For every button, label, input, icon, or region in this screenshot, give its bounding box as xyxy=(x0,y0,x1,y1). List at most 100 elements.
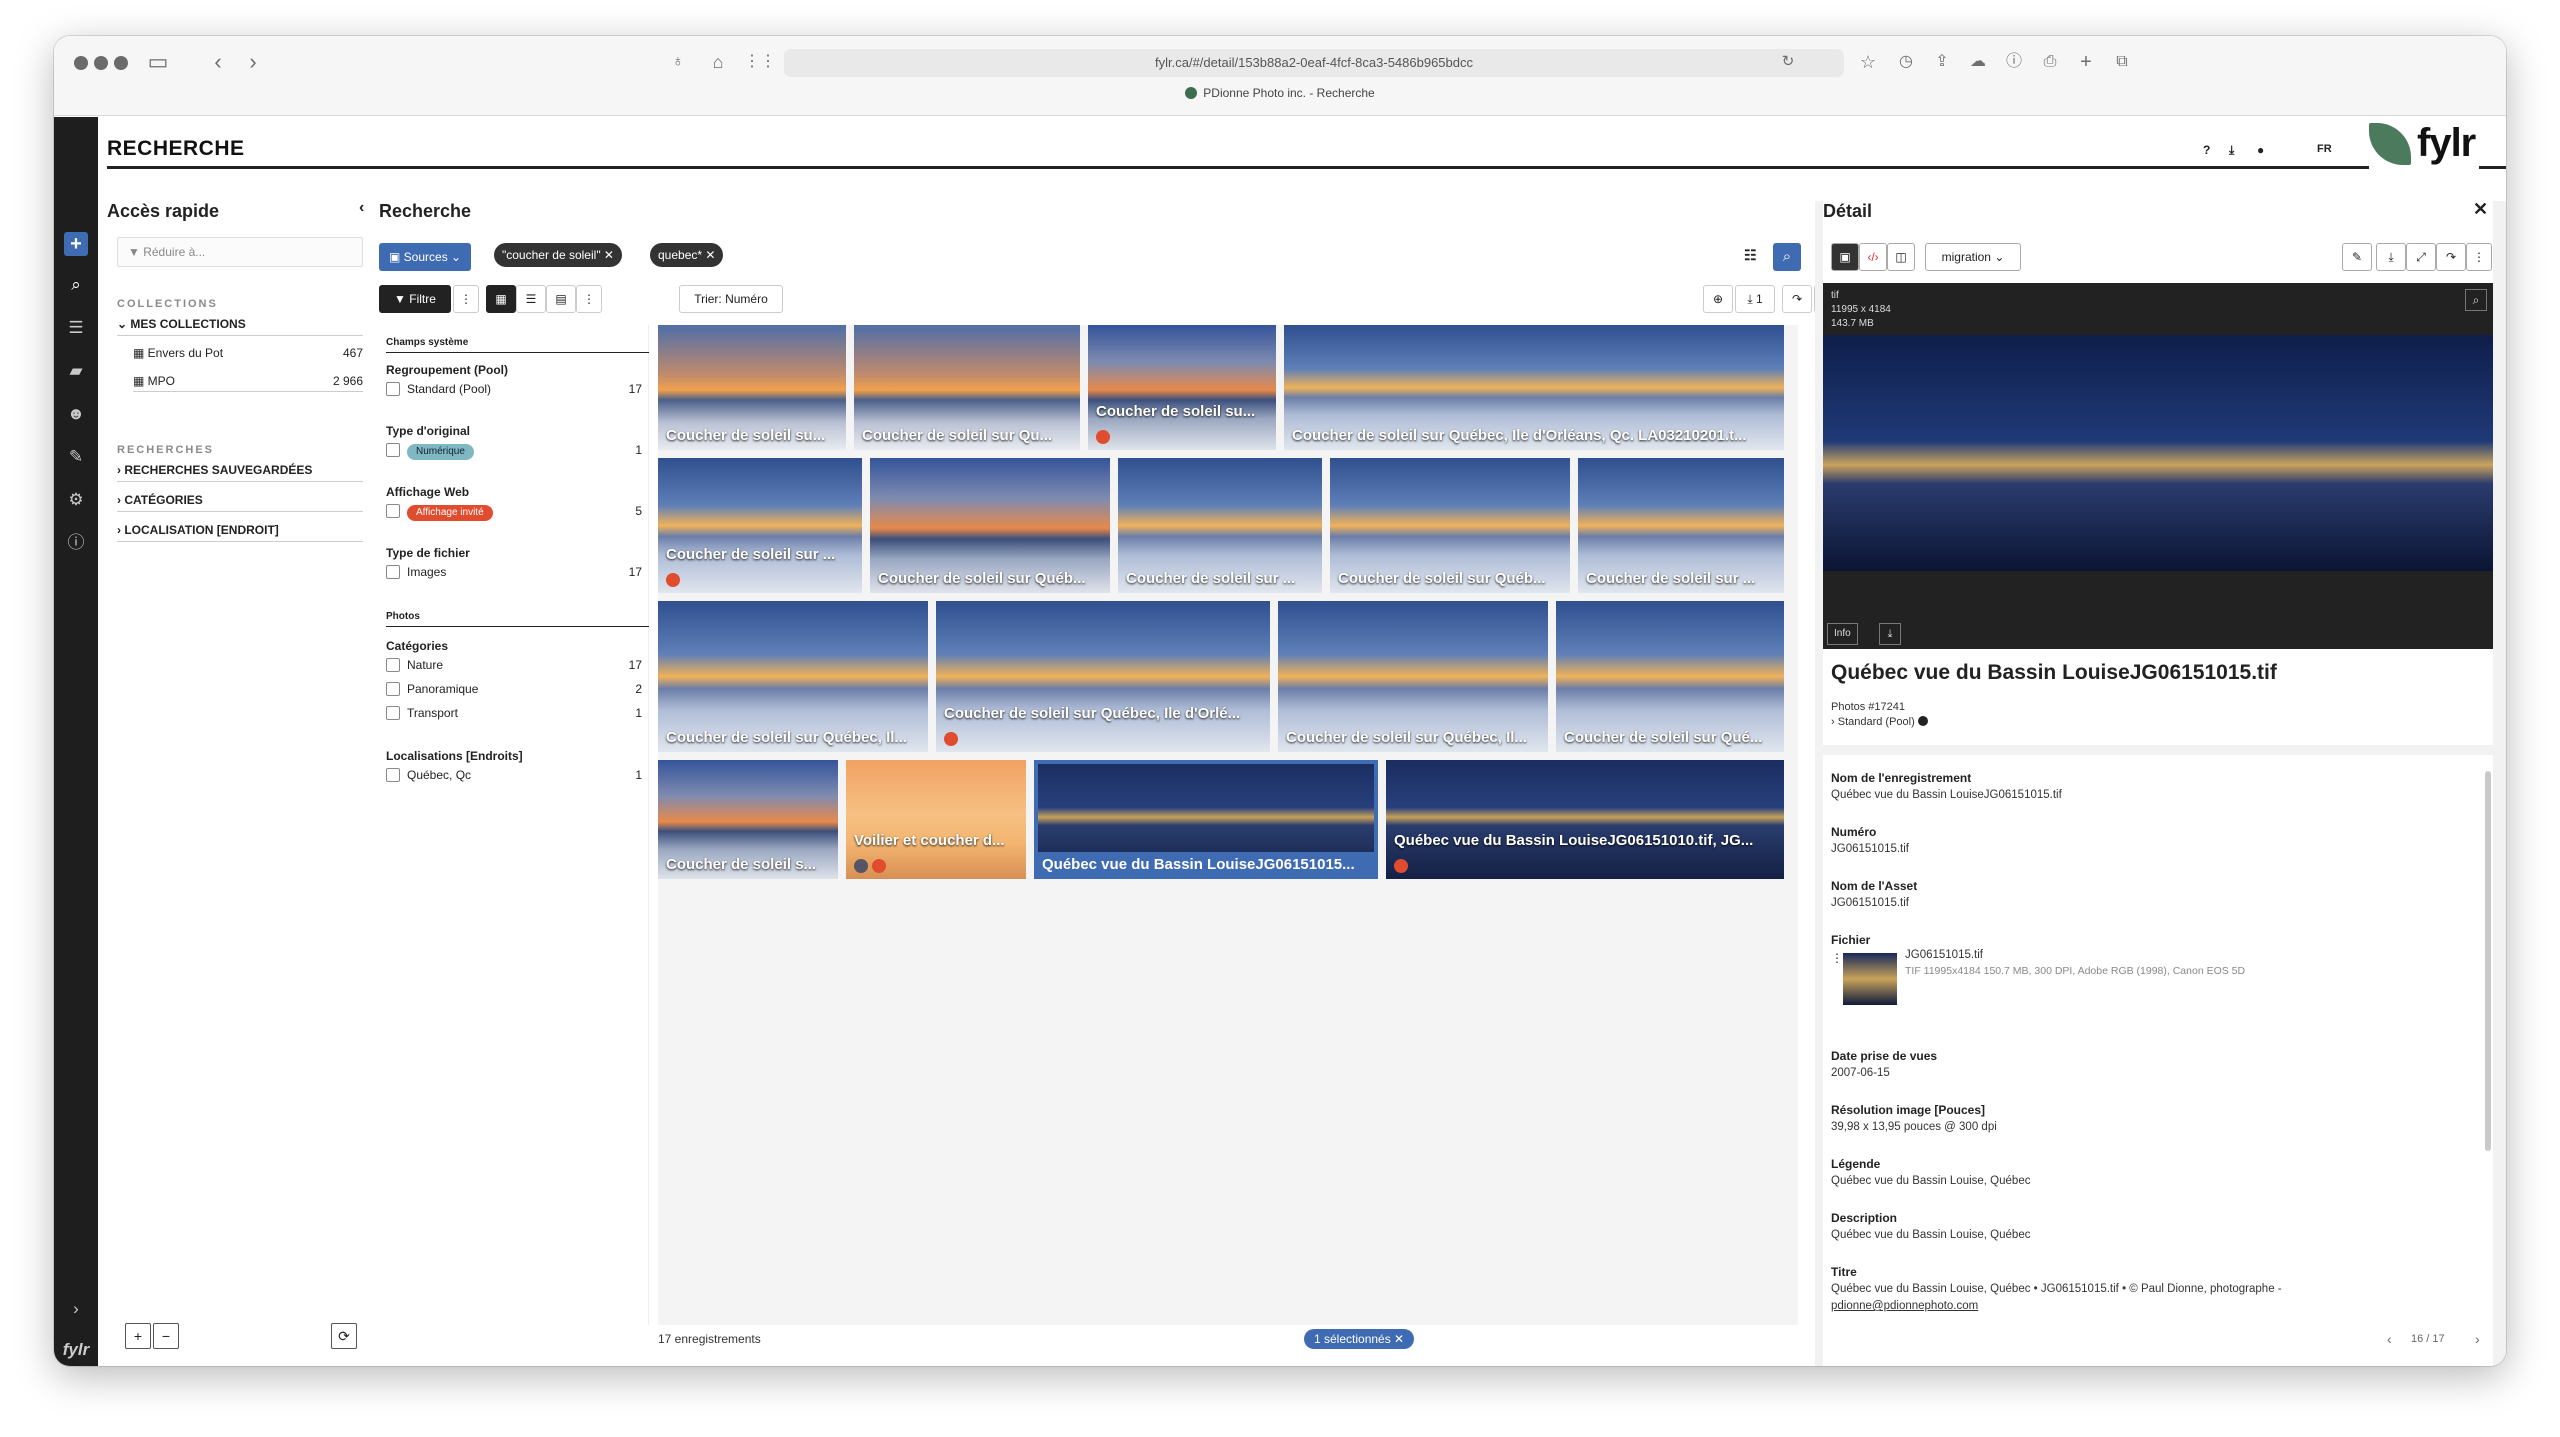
pool-info-icon[interactable] xyxy=(1917,716,1928,726)
result-tile[interactable]: Coucher de soleil s... xyxy=(658,760,838,879)
history-icon[interactable]: ◷ xyxy=(1892,48,1920,76)
forward-icon[interactable]: › xyxy=(239,48,267,76)
checkbox[interactable] xyxy=(386,382,400,396)
location-node[interactable]: › LOCALISATION [ENDROIT] xyxy=(117,519,363,542)
image-view-icon[interactable]: ▣ xyxy=(1831,243,1859,271)
result-tile[interactable]: Coucher de soleil sur Qu... xyxy=(854,325,1080,450)
search-chip[interactable]: "coucher de soleil" ✕ xyxy=(494,243,622,267)
result-tile[interactable]: Coucher de soleil su... xyxy=(658,325,846,450)
facet-item[interactable]: Numérique 1 xyxy=(386,440,642,460)
tabs-overview-icon[interactable]: ⧉ xyxy=(2108,48,2136,76)
add-icon[interactable]: + xyxy=(64,232,88,256)
add-collection-button[interactable]: + xyxy=(125,1323,151,1349)
share-icon[interactable]: ↷ xyxy=(2436,243,2466,271)
info-button[interactable]: Info xyxy=(1827,623,1858,645)
wrench-icon[interactable]: ✎ xyxy=(64,445,88,469)
users-icon[interactable]: ☻ xyxy=(64,402,88,426)
facet-item[interactable]: Panoramique 2 xyxy=(386,679,642,699)
sort-button[interactable]: Trier: Numéro xyxy=(679,285,783,313)
close-window-button[interactable] xyxy=(74,56,88,70)
edit-icon[interactable]: ✎ xyxy=(2342,243,2372,271)
migration-select[interactable]: migration ⌄ xyxy=(1925,243,2021,271)
facet-item[interactable]: Images 17 xyxy=(386,562,642,582)
new-tab-icon[interactable]: + xyxy=(2072,48,2100,76)
saved-searches-node[interactable]: › RECHERCHES SAUVEGARDÉES xyxy=(117,459,363,482)
checkbox[interactable] xyxy=(386,682,400,696)
file-row[interactable]: ⋮ JG06151015.tif TIF 11995x4184 150.7 MB… xyxy=(1831,949,2471,1005)
fullscreen-icon[interactable]: ⤢ xyxy=(2406,243,2436,271)
table-view-icon[interactable]: ▤ xyxy=(546,285,576,313)
grid-view-icon[interactable]: ▦ xyxy=(486,285,516,313)
sources-button[interactable]: ▣ Sources ⌄ xyxy=(379,243,472,271)
sidebar-toggle-icon[interactable]: ▭ xyxy=(144,48,172,76)
address-bar[interactable]: fylr.ca/#/detail/153b88a2-0eaf-4fcf-8ca3… xyxy=(784,49,1844,77)
back-icon[interactable]: ‹ xyxy=(204,48,232,76)
checkbox[interactable] xyxy=(386,768,400,782)
download-selection-button[interactable]: ⤓ 1 xyxy=(1735,285,1775,313)
result-tile[interactable]: Coucher de soleil sur Québec, Il... xyxy=(1278,601,1548,752)
result-tile[interactable]: Coucher de soleil sur Québec, Ile d'Orlé… xyxy=(936,601,1270,752)
collection-item[interactable]: ▦ MPO 2 966 xyxy=(133,371,363,392)
result-tile[interactable]: Voilier et coucher d... xyxy=(846,760,1026,879)
settings-icon[interactable]: ⚙ xyxy=(64,488,88,512)
categories-node[interactable]: › CATÉGORIES xyxy=(117,489,363,512)
my-collections-node[interactable]: ⌄ MES COLLECTIONS xyxy=(117,313,363,336)
result-tile[interactable]: Coucher de soleil sur Québec, Il... xyxy=(658,601,928,752)
compare-view-icon[interactable]: ◫ xyxy=(1887,243,1915,271)
result-tile[interactable]: Coucher de soleil sur Québ... xyxy=(1330,458,1570,593)
previous-icon[interactable]: ‹ xyxy=(2387,1331,2392,1347)
tab-title[interactable]: PDionne Photo inc. - Recherche xyxy=(54,86,2506,100)
search-icon[interactable]: ⌕ xyxy=(64,273,88,297)
result-tile[interactable]: Québec vue du Bassin LouiseJG06151010.ti… xyxy=(1386,760,1784,879)
result-tile[interactable]: Coucher de soleil su... xyxy=(1088,325,1276,450)
result-tile[interactable]: Coucher de soleil sur Québec, Ile d'Orlé… xyxy=(1284,325,1784,450)
facet-item[interactable]: Standard (Pool) 17 xyxy=(386,379,642,399)
facet-item[interactable]: Transport 1 xyxy=(386,703,642,723)
asset-preview[interactable]: tif 11995 x 4184 143.7 MB ⌕ Info ⤓ xyxy=(1823,283,2493,649)
checkbox[interactable] xyxy=(386,706,400,720)
pool-link[interactable]: › Standard (Pool) xyxy=(1831,716,1928,728)
quick-filter-input[interactable]: ▼ Réduire à... xyxy=(117,237,363,267)
preview-download-icon[interactable]: ⤓ xyxy=(1879,623,1901,645)
view-menu-icon[interactable]: ⋮ xyxy=(576,285,602,313)
result-tile[interactable]: Coucher de soleil sur ... xyxy=(1578,458,1784,593)
checkbox[interactable] xyxy=(386,658,400,672)
collection-item[interactable]: ▦ Envers du Pot 467 xyxy=(133,343,363,363)
help-icon[interactable]: ? xyxy=(2203,143,2210,157)
extension-icon[interactable]: ♁ xyxy=(664,48,692,76)
email-link[interactable]: pdionne@pdionnephoto.com xyxy=(1831,1298,2471,1315)
reload-icon[interactable]: ↻ xyxy=(1774,48,1802,76)
next-icon[interactable]: › xyxy=(2475,1331,2480,1347)
expand-rail-icon[interactable]: › xyxy=(64,1297,88,1321)
facet-item[interactable]: Québec, Qc 1 xyxy=(386,765,642,785)
code-view-icon[interactable]: ‹/› xyxy=(1859,243,1887,271)
zoom-icon[interactable]: ⌕ xyxy=(2465,289,2487,311)
filter-button[interactable]: ▼ Filtre xyxy=(379,285,451,313)
collapse-panel-icon[interactable]: ‹ xyxy=(359,199,364,217)
remove-collection-button[interactable]: − xyxy=(153,1323,179,1349)
home-icon[interactable]: ⌂ xyxy=(704,48,732,76)
print-icon[interactable]: ⎙ xyxy=(2036,48,2064,76)
refresh-button[interactable]: ⟳ xyxy=(331,1323,357,1349)
close-detail-icon[interactable]: ✕ xyxy=(2473,199,2488,220)
minimize-window-button[interactable] xyxy=(94,56,108,70)
add-record-icon[interactable]: ⊕ xyxy=(1703,285,1733,313)
facet-item[interactable]: Nature 17 xyxy=(386,655,642,675)
selected-pill[interactable]: 1 sélectionnés ✕ xyxy=(1304,1329,1415,1349)
list-icon[interactable]: ☰ xyxy=(64,316,88,340)
language-switch[interactable]: FR xyxy=(2317,143,2332,155)
cloud-icon[interactable]: ☁ xyxy=(1964,48,1992,76)
list-view-icon[interactable]: ☰ xyxy=(516,285,546,313)
result-tile[interactable]: Coucher de soleil sur Qué... xyxy=(1556,601,1784,752)
download-icon[interactable]: ⤓ xyxy=(2229,143,2234,158)
detail-scrollbar[interactable] xyxy=(2485,771,2491,1151)
info-icon[interactable]: ⓘ xyxy=(2000,48,2028,76)
user-icon[interactable]: ● xyxy=(2257,143,2264,157)
checkbox[interactable] xyxy=(386,504,400,518)
folder-icon[interactable]: ▰ xyxy=(64,359,88,383)
zoom-window-button[interactable] xyxy=(114,56,128,70)
result-tile[interactable]: Coucher de soleil sur Québ... xyxy=(870,458,1110,593)
file-menu-icon[interactable]: ⋮ xyxy=(1831,951,1843,965)
bookmark-star-icon[interactable]: ☆ xyxy=(1854,48,1882,76)
facet-item[interactable]: Affichage invité 5 xyxy=(386,501,642,521)
